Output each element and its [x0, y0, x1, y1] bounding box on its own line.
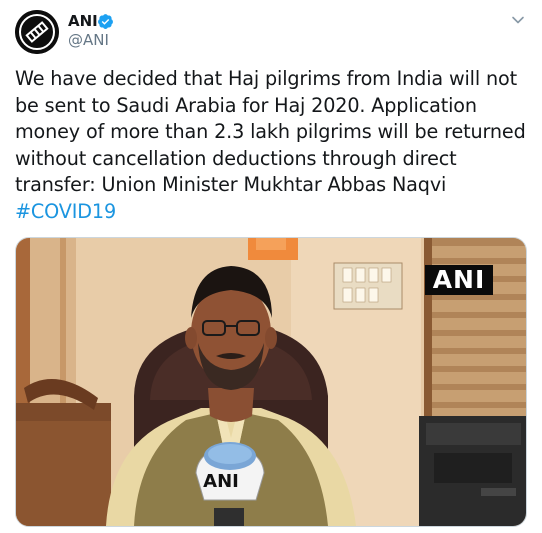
tweet-text: We have decided that Haj pilgrims from I… — [15, 66, 530, 225]
tweet-body-text: We have decided that Haj pilgrims from I… — [15, 67, 526, 196]
avatar[interactable] — [15, 10, 59, 54]
hashtag-link[interactable]: #COVID19 — [15, 200, 116, 223]
watermark-logo: ANI — [425, 265, 493, 295]
tweet-media-image[interactable]: ANI ANI — [15, 237, 527, 527]
author-handle[interactable]: @ANI — [68, 31, 109, 49]
author-name[interactable]: ANI — [68, 12, 98, 30]
tweet-card[interactable]: ANI @ANI We have decided that Haj pilgri… — [0, 0, 542, 533]
chevron-down-icon[interactable] — [511, 13, 525, 27]
verified-badge-icon — [98, 14, 113, 29]
microphone-logo: ANI — [203, 471, 239, 492]
ani-logo-icon — [15, 10, 59, 54]
